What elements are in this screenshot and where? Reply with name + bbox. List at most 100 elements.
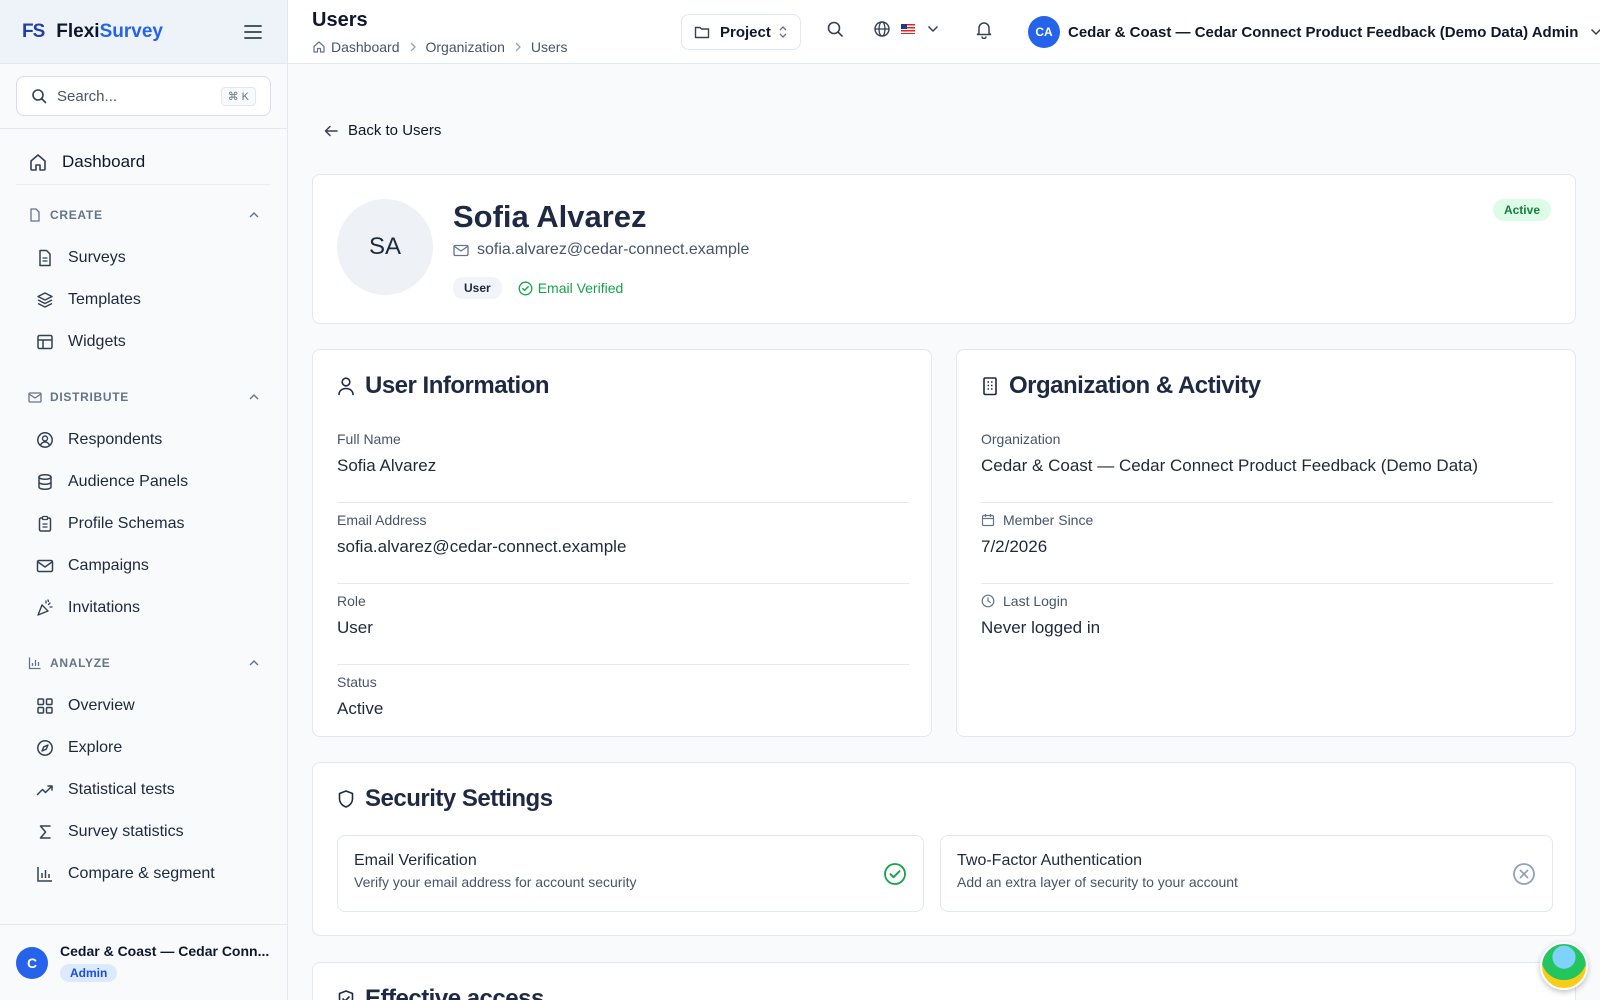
user-circle-icon <box>36 431 54 449</box>
user-email: sofia.alvarez@cedar-connect.example <box>453 241 749 259</box>
section-distribute-header[interactable]: DISTRIBUTE <box>16 375 271 419</box>
card-title-text: User Information <box>365 372 550 399</box>
search-icon[interactable] <box>826 20 844 38</box>
email-verification-desc: Verify your email address for account se… <box>354 874 637 890</box>
sidebar-item-overview[interactable]: Overview <box>16 685 271 727</box>
sidebar-item-campaigns[interactable]: Campaigns <box>16 545 271 587</box>
avatar: CA <box>1028 16 1060 48</box>
sidebar-item-label: Campaigns <box>68 557 149 574</box>
language-selector[interactable] <box>873 20 939 38</box>
sidebar-item-audience-panels[interactable]: Audience Panels <box>16 461 271 503</box>
two-factor-title: Two-Factor Authentication <box>957 852 1142 869</box>
field-value: Cedar & Coast — Cedar Connect Product Fe… <box>981 456 1479 475</box>
document-icon <box>36 249 54 267</box>
breadcrumb-dashboard[interactable]: Dashboard <box>331 39 400 55</box>
field-last-login: Last Login Never logged in <box>981 584 1553 665</box>
project-selector[interactable]: Project <box>681 14 801 50</box>
sidebar-search: Search... ⌘ K <box>0 64 287 129</box>
field-label: Full Name <box>337 431 401 447</box>
back-to-users-link[interactable]: Back to Users <box>324 122 441 139</box>
menu-icon[interactable] <box>241 20 265 44</box>
card-title-text: Effective access <box>365 985 544 1000</box>
field-value: sofia.alvarez@cedar-connect.example <box>337 537 627 556</box>
sidebar-item-label: Compare & segment <box>68 865 215 882</box>
brand-logo[interactable]: FS <box>22 21 45 43</box>
sidebar-item-profile-schemas[interactable]: Profile Schemas <box>16 503 271 545</box>
sidebar-item-label: Audience Panels <box>68 473 189 490</box>
sidebar-item-compare-segment[interactable]: Compare & segment <box>16 853 271 895</box>
section-create-header[interactable]: CREATE <box>16 193 271 237</box>
database-icon <box>36 473 54 491</box>
sidebar-item-label: Dashboard <box>62 151 146 171</box>
sidebar-item-widgets[interactable]: Widgets <box>16 321 271 363</box>
x-circle-icon <box>1512 862 1536 886</box>
field-value: User <box>337 618 373 637</box>
chevron-right-icon <box>410 42 416 52</box>
chevron-up-icon[interactable] <box>249 660 259 666</box>
avatar: SA <box>337 199 433 295</box>
folder-icon <box>694 25 710 39</box>
field-label: Last Login <box>1003 593 1068 609</box>
breadcrumb-users: Users <box>530 39 568 55</box>
bell-icon[interactable] <box>974 19 994 39</box>
profile-card: SA Sofia Alvarez sofia.alvarez@cedar-con… <box>312 174 1576 324</box>
chevron-up-icon[interactable] <box>249 212 259 218</box>
field-status: Status Active <box>337 665 909 746</box>
field-member-since: Member Since 7/2/2026 <box>981 503 1553 584</box>
field-full-name: Full Name Sofia Alvarez <box>337 422 909 503</box>
sidebar-item-respondents[interactable]: Respondents <box>16 419 271 461</box>
bar-chart-icon <box>36 865 54 883</box>
role-badge: Admin <box>60 964 118 982</box>
chevron-up-icon[interactable] <box>249 394 259 400</box>
sidebar-item-statistical-tests[interactable]: Statistical tests <box>16 769 271 811</box>
chevron-right-icon <box>515 42 521 52</box>
card-title-text: Organization & Activity <box>1009 372 1261 399</box>
field-label: Member Since <box>1003 512 1094 528</box>
user-name: Sofia Alvarez <box>453 199 647 234</box>
chevron-down-icon <box>1590 28 1600 36</box>
sidebar-item-surveys[interactable]: Surveys <box>16 237 271 279</box>
sidebar-item-label: Respondents <box>68 431 163 448</box>
layout-icon <box>36 333 54 351</box>
sidebar-item-label: Invitations <box>68 599 141 616</box>
org-activity-fields: Organization Cedar & Coast — Cedar Conne… <box>981 422 1553 665</box>
sidebar-item-label: Statistical tests <box>68 781 175 798</box>
home-icon <box>312 40 326 54</box>
section-analyze-header[interactable]: ANALYZE <box>16 641 271 685</box>
field-label: Status <box>337 674 377 690</box>
field-value: Sofia Alvarez <box>337 456 437 475</box>
field-label: Organization <box>981 431 1061 447</box>
calendar-icon <box>981 513 995 527</box>
page-title: Users <box>312 9 368 31</box>
sidebar-item-label: Explore <box>68 739 123 756</box>
check-circle-icon <box>883 862 907 886</box>
two-factor-box: Two-Factor Authentication Add an extra l… <box>940 835 1553 912</box>
user-information-card: User Information Full Name Sofia Alvarez… <box>312 349 932 737</box>
sidebar-item-templates[interactable]: Templates <box>16 279 271 321</box>
brand-name[interactable]: FlexiSurvey <box>56 21 163 43</box>
assistant-launcher-icon[interactable] <box>1540 942 1588 990</box>
card-title: User Information <box>337 372 550 400</box>
arrow-left-icon <box>324 125 338 137</box>
user-menu[interactable]: CA Cedar & Coast — Cedar Connect Product… <box>1028 16 1600 48</box>
sidebar-item-dashboard[interactable]: Dashboard <box>16 139 271 185</box>
search-placeholder: Search... <box>57 87 118 105</box>
search-shortcut: ⌘ K <box>220 86 256 106</box>
field-value: Active <box>337 699 384 718</box>
compass-icon <box>36 739 54 757</box>
field-organization: Organization Cedar & Coast — Cedar Conne… <box>981 422 1553 503</box>
party-popper-icon <box>36 599 54 617</box>
sidebar: FS FlexiSurvey Search... ⌘ K Dashboard C… <box>0 0 288 1000</box>
field-label: Email Address <box>337 512 427 528</box>
trending-up-icon <box>36 781 54 799</box>
user-icon <box>337 376 355 396</box>
field-label-row: Member Since <box>981 511 1553 529</box>
sidebar-item-invitations[interactable]: Invitations <box>16 587 271 629</box>
breadcrumb-organization[interactable]: Organization <box>426 39 505 55</box>
sidebar-item-survey-statistics[interactable]: Survey statistics <box>16 811 271 853</box>
mail-icon <box>453 244 469 257</box>
user-info-fields: Full Name Sofia Alvarez Email Address so… <box>337 422 909 746</box>
sidebar-item-explore[interactable]: Explore <box>16 727 271 769</box>
sidebar-user[interactable]: C Cedar & Coast — Cedar Conn... Admin <box>0 924 287 1000</box>
search-input[interactable]: Search... ⌘ K <box>16 76 271 116</box>
